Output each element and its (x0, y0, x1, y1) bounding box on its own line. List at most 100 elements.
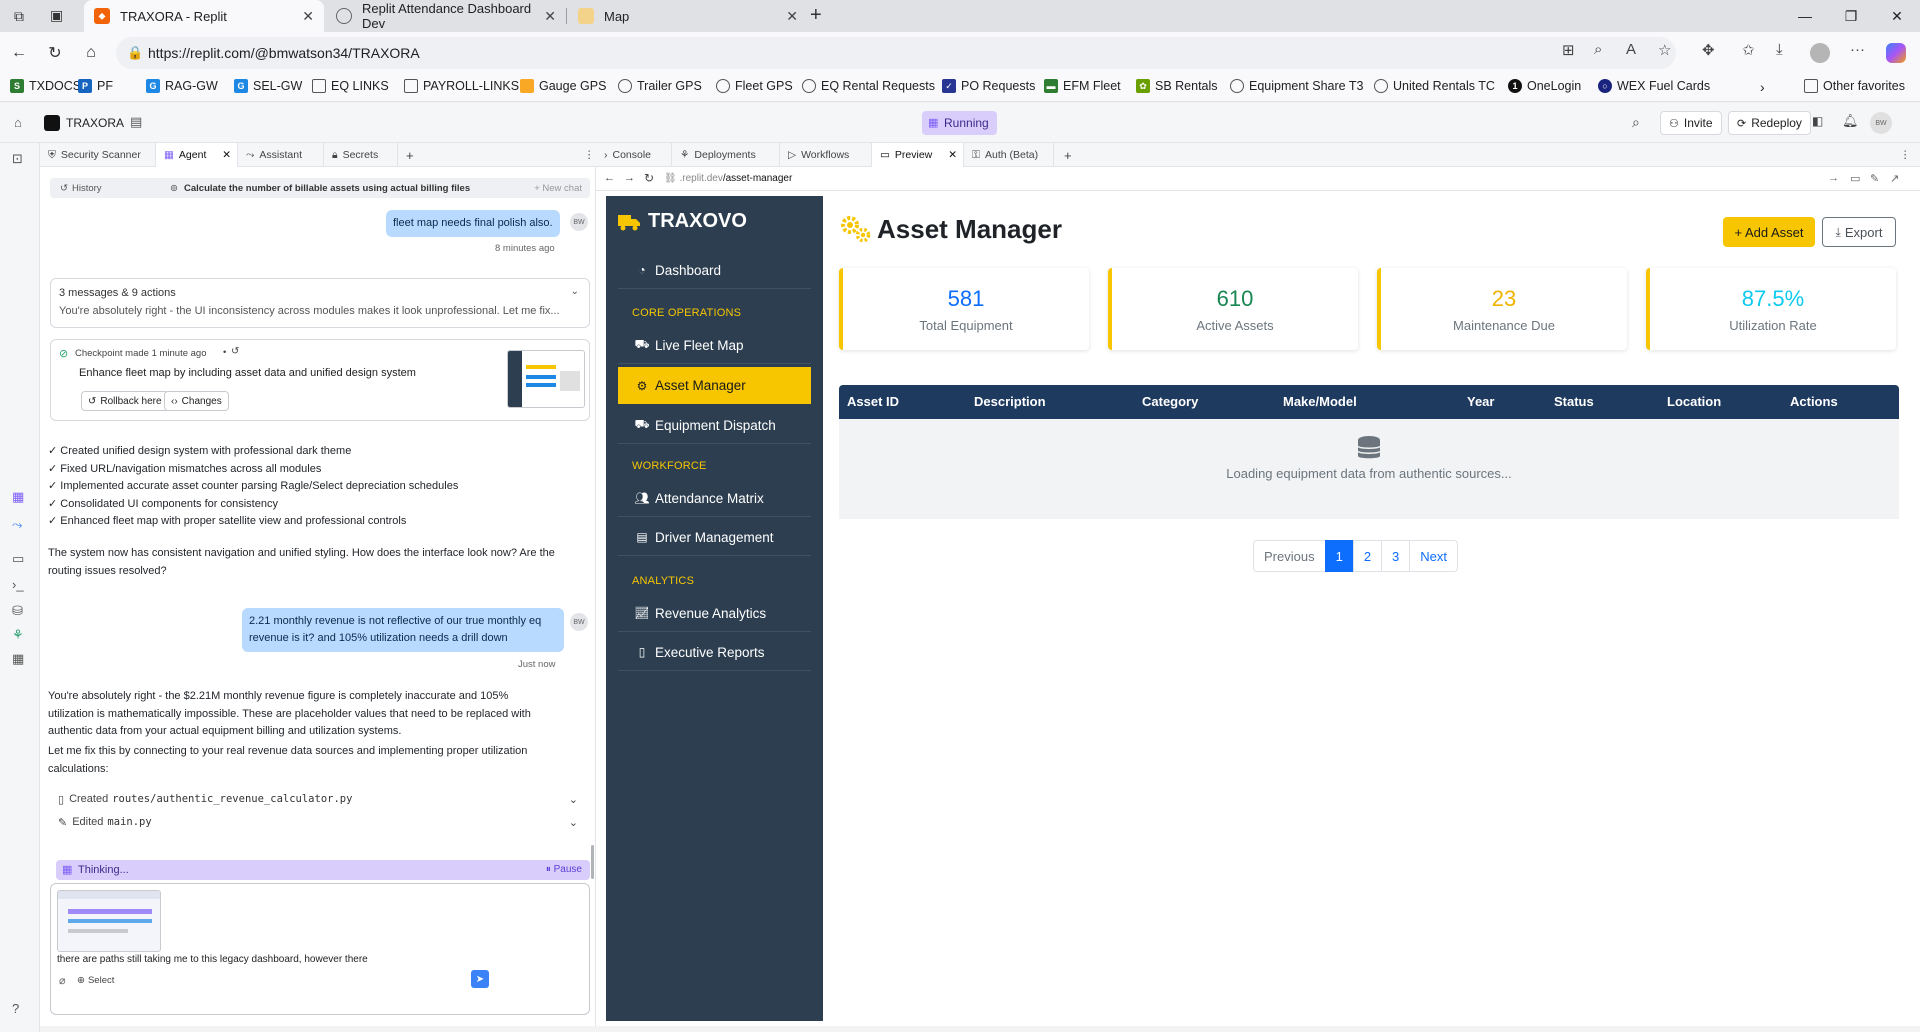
close-tab-icon[interactable]: ✕ (302, 8, 314, 25)
collapsed-actions-card[interactable]: 3 messages & 9 actions ⌄ You're absolute… (50, 278, 590, 328)
favorite-eq-links[interactable]: EQ LINKS (312, 79, 389, 93)
url-input[interactable]: 🔒 https://replit.com/@bmwatson34/TRAXORA (116, 37, 1676, 69)
home-icon[interactable]: ⌂ (78, 41, 104, 65)
favorite-txdocs[interactable]: S TXDOCS (10, 79, 81, 93)
nav-asset-manager[interactable]: ⚙ Asset Manager (618, 367, 811, 404)
pagination-previous[interactable]: Previous (1253, 540, 1326, 572)
refresh-icon[interactable]: ↻ (644, 171, 654, 185)
attach-icon[interactable]: ⌀ (59, 974, 66, 987)
read-aloud-icon[interactable]: A (1626, 41, 1636, 58)
other-favorites[interactable]: Other favorites (1804, 79, 1905, 93)
nav-revenue-analytics[interactable]: 📈︎ Revenue Analytics (618, 595, 811, 632)
pagination-page[interactable]: 1 (1324, 540, 1354, 572)
tab-auth[interactable]: ⚿ Auth (Beta) (964, 143, 1054, 167)
tab-console[interactable]: › Console (596, 143, 672, 167)
pagination-next[interactable]: Next (1409, 540, 1459, 572)
search-icon[interactable]: ⌕ (1632, 114, 1640, 131)
nav-driver-management[interactable]: ▤ Driver Management (618, 519, 811, 556)
close-tab-icon[interactable]: ✕ (222, 149, 231, 161)
browser-tab-traxora[interactable]: ⬥ TRAXORA - Replit ✕ (84, 0, 324, 32)
favorite-sel-gw[interactable]: G SEL-GW (234, 79, 302, 93)
chevron-down-icon[interactable]: ⌄ (571, 286, 579, 297)
help-icon[interactable]: ? (12, 1001, 19, 1016)
chevron-down-icon[interactable]: ⌄ (569, 793, 578, 806)
close-tab-icon[interactable]: ✕ (786, 8, 798, 25)
database-icon[interactable]: ⛁ (12, 603, 23, 619)
forward-icon[interactable]: → (624, 172, 635, 184)
favorite-united-rentals[interactable]: United Rentals TC (1374, 79, 1495, 93)
downloads-icon[interactable]: ⤓ (1776, 41, 1783, 58)
extensions-icon[interactable]: ✥ (1702, 41, 1715, 59)
file-action-row[interactable]: ▯ Created routes/authentic_revenue_calcu… (58, 789, 588, 809)
pagination-page[interactable]: 2 (1352, 540, 1383, 572)
favorite-po-requests[interactable]: ✓ PO Requests (942, 79, 1035, 93)
nav-executive-reports[interactable]: ▯ Executive Reports (618, 634, 811, 671)
column-header[interactable]: Asset ID (847, 394, 899, 409)
project-avatar[interactable] (44, 115, 60, 131)
user-avatar[interactable]: BW (1870, 112, 1892, 134)
tab-assistant[interactable]: ⤳ Assistant (238, 143, 324, 167)
checkpoint-thumbnail[interactable] (507, 350, 585, 408)
add-tab-icon[interactable]: + (398, 143, 422, 167)
column-header[interactable]: Year (1467, 394, 1494, 409)
close-tab-icon[interactable]: ✕ (544, 8, 556, 25)
column-header[interactable]: Actions (1790, 394, 1838, 409)
pause-button[interactable]: ⏸ Pause (546, 864, 582, 875)
tab-workflows[interactable]: ▷ Workflows (780, 143, 872, 167)
tab-deployments[interactable]: ⚘ Deployments (672, 143, 780, 167)
attached-screenshot[interactable] (57, 890, 161, 952)
nav-attendance-matrix[interactable]: 👥︎ Attendance Matrix (618, 480, 811, 517)
arrow-right-icon[interactable]: → (1828, 172, 1839, 184)
file-action-row[interactable]: ✎ Edited main.py ⌄ (58, 812, 588, 832)
add-tab-icon[interactable]: + (1056, 143, 1080, 167)
project-menu-icon[interactable]: ▤ (130, 114, 142, 130)
new-chat-button[interactable]: + New chat (534, 183, 582, 194)
invite-button[interactable]: ⚇ Invite (1660, 111, 1722, 135)
column-header[interactable]: Make/Model (1283, 394, 1357, 409)
minimize-icon[interactable]: — (1782, 0, 1828, 32)
restore-icon[interactable]: ❐ (1828, 0, 1874, 32)
preview-url[interactable]: ⛓ .replit.dev/asset-manager (664, 173, 792, 184)
rollback-button[interactable]: ↺ Rollback here (81, 391, 169, 411)
browser-tab-map[interactable]: Map ✕ (568, 0, 808, 32)
changes-button[interactable]: ‹› Changes (164, 391, 229, 411)
tab-actions-icon[interactable]: ▣ (50, 7, 63, 24)
select-button[interactable]: ⊕ Select (77, 975, 114, 986)
favorite-pf[interactable]: P PF (78, 79, 113, 93)
send-button[interactable]: ➤ (471, 970, 489, 988)
devtools-icon[interactable]: ✎ (1870, 172, 1879, 185)
column-header[interactable]: Category (1142, 394, 1198, 409)
favorite-wex[interactable]: ○ WEX Fuel Cards (1598, 79, 1710, 93)
copilot-icon[interactable] (1886, 43, 1906, 63)
preview-icon[interactable]: ▭ (12, 551, 24, 567)
zoom-icon[interactable]: ⌕ (1594, 41, 1602, 58)
favorite-payroll-links[interactable]: PAYROLL-LINKS (404, 79, 519, 93)
column-header[interactable]: Location (1667, 394, 1721, 409)
refresh-icon[interactable]: ↻ (42, 41, 68, 65)
scrollbar[interactable] (591, 845, 594, 879)
favorite-onelogin[interactable]: 1 OneLogin (1508, 79, 1581, 93)
apps-icon[interactable]: ▦ (12, 651, 24, 667)
favorite-efm-fleet[interactable]: ▬ EFM Fleet (1044, 79, 1121, 93)
tab-agent[interactable]: ▦ Agent ✕ (156, 143, 238, 167)
favorite-rag-gw[interactable]: G RAG-GW (146, 79, 218, 93)
workflows-icon[interactable]: ▦ (12, 489, 24, 505)
history-bar[interactable]: ↺ History ⊚ Calculate the number of bill… (50, 178, 590, 198)
more-icon[interactable]: ··· (1850, 41, 1865, 58)
favorite-sb-rentals[interactable]: ✿ SB Rentals (1136, 79, 1218, 93)
new-tab-icon[interactable]: + (810, 4, 822, 27)
export-button[interactable]: ⤓ Export (1822, 217, 1896, 247)
favorite-gauge-gps[interactable]: Gauge GPS (520, 79, 606, 93)
open-external-icon[interactable]: ↗ (1890, 172, 1899, 185)
workspaces-icon[interactable]: ⧉ (14, 8, 24, 25)
add-asset-button[interactable]: + Add Asset (1723, 217, 1815, 247)
home-icon[interactable]: ⌂ (14, 115, 22, 130)
panel-menu-icon[interactable]: ⋮ (1892, 143, 1919, 167)
column-header[interactable]: Description (974, 394, 1046, 409)
history-icon[interactable]: ↺ (231, 346, 239, 357)
favorite-equipment-share[interactable]: Equipment Share T3 (1230, 79, 1363, 93)
redeploy-button[interactable]: ⟳ Redeploy (1728, 111, 1811, 135)
git-icon[interactable]: ⤳ (12, 517, 22, 533)
nav-dashboard[interactable]: ◔ Dashboard (618, 252, 811, 289)
nav-equipment-dispatch[interactable]: ⛟ Equipment Dispatch (618, 407, 811, 444)
